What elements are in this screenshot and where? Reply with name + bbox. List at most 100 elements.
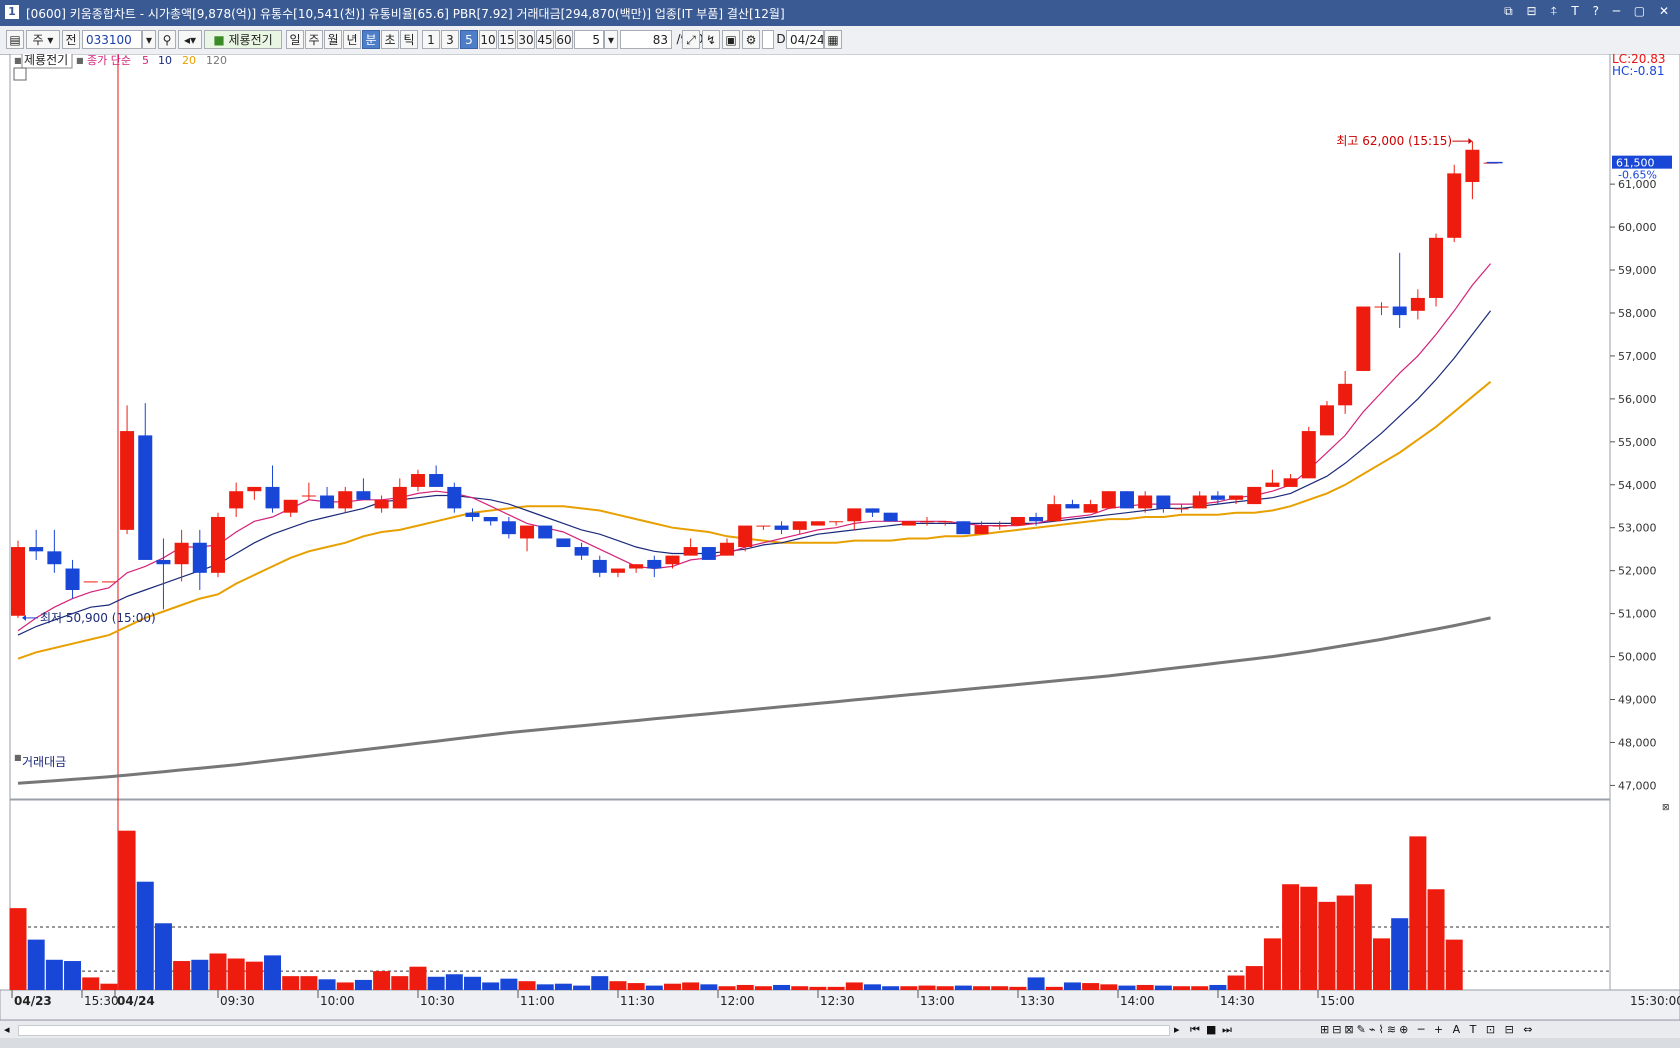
current-change-label: -0.65% bbox=[1618, 169, 1657, 182]
prev-button[interactable]: 전 bbox=[62, 30, 80, 49]
price-tick-label: 58,000 bbox=[1618, 307, 1657, 320]
x-tick-label: 14:30 bbox=[1220, 994, 1255, 1008]
candle-body bbox=[1210, 495, 1225, 500]
date-checkbox[interactable] bbox=[762, 30, 774, 49]
interval-input[interactable]: 5 bbox=[574, 30, 604, 49]
window-controls[interactable]: ⧉ ⊟ ⍏ T ? ─ ▢ ✕ bbox=[1504, 4, 1674, 19]
volume-bar bbox=[954, 985, 972, 990]
candle-body bbox=[1101, 491, 1116, 509]
interval-button-15[interactable]: 15 bbox=[498, 30, 516, 49]
stop-icon[interactable]: ■ bbox=[1206, 1023, 1216, 1036]
ma-legend-label: 종가 단순 bbox=[87, 54, 131, 67]
price-tick-label: 59,000 bbox=[1618, 264, 1657, 277]
volume-bar bbox=[609, 981, 627, 990]
candle-body bbox=[483, 516, 498, 522]
period-button-6[interactable]: 틱 bbox=[400, 30, 418, 49]
sound-icon[interactable]: ◂▾ bbox=[178, 30, 202, 49]
price-tick-label: 50,000 bbox=[1618, 651, 1657, 664]
interval-button-5[interactable]: 5 bbox=[460, 30, 478, 49]
volume-bar bbox=[682, 982, 700, 990]
stock-legend-label: 제룡전기 bbox=[24, 54, 68, 67]
stock-name-label[interactable]: ■ 제룡전기 bbox=[204, 30, 282, 49]
volume-bar bbox=[1354, 884, 1372, 990]
period-button-5[interactable]: 초 bbox=[381, 30, 399, 49]
date-input[interactable]: 04/24 bbox=[786, 30, 824, 49]
chart-menu-icon[interactable]: ▤ bbox=[6, 30, 24, 49]
legend-bullet-icon: ■ bbox=[14, 56, 22, 65]
jump-start-icon[interactable]: ⏮ bbox=[1190, 1023, 1200, 1037]
x-tick-label: 10:30 bbox=[420, 994, 455, 1008]
candle-body bbox=[338, 491, 353, 509]
save-icon[interactable]: ▣ bbox=[722, 30, 740, 49]
chart-area[interactable]: 61,00060,00059,00058,00057,00056,00055,0… bbox=[0, 54, 1680, 1020]
type-select[interactable]: 주 ▾ bbox=[26, 30, 60, 49]
candle-body bbox=[1247, 486, 1262, 505]
candle-body bbox=[792, 521, 807, 530]
volume-bar bbox=[245, 961, 263, 990]
volume-bar bbox=[1263, 938, 1281, 990]
horizontal-scrollbar[interactable]: ◂ ▸ ⏮ ■ ⏭ ⊞⊟⊠✎⌁⌇≋⊕ ─ + A T ⊡ ⊟ ⇔ bbox=[0, 1020, 1680, 1039]
interval-button-30[interactable]: 30 bbox=[517, 30, 535, 49]
price-tick-label: 51,000 bbox=[1618, 608, 1657, 621]
volume-bar bbox=[918, 985, 936, 990]
candle-body bbox=[65, 568, 80, 590]
volume-bar bbox=[27, 939, 45, 990]
candle-body bbox=[11, 547, 25, 616]
panel-close-icon: ⊠ bbox=[1662, 803, 1670, 813]
calendar-icon[interactable]: ▦ bbox=[824, 30, 842, 49]
volume-bar bbox=[1391, 918, 1409, 990]
compare-icon[interactable]: ↯ bbox=[702, 30, 720, 49]
interval-button-1[interactable]: 1 bbox=[422, 30, 440, 49]
candle-body bbox=[501, 521, 516, 535]
volume-bar bbox=[1373, 938, 1390, 990]
interval-button-10[interactable]: 10 bbox=[479, 30, 497, 49]
x-tick-label: 11:30 bbox=[620, 994, 655, 1008]
volume-bar bbox=[536, 984, 554, 990]
chart-tools-icons[interactable]: ⊞⊟⊠✎⌁⌇≋⊕ ─ + A T ⊡ ⊟ ⇔ bbox=[1320, 1023, 1536, 1036]
volume-bar bbox=[118, 830, 136, 990]
interval-button-45[interactable]: 45 bbox=[536, 30, 554, 49]
high-annotation: 최고 62,000 (15:15) bbox=[1336, 134, 1452, 148]
zoom-icon[interactable]: ⤢ bbox=[682, 30, 700, 49]
period-button-4[interactable]: 분 bbox=[362, 30, 380, 49]
candle-body bbox=[1029, 516, 1044, 522]
volume-bar bbox=[427, 976, 445, 990]
volume-bar bbox=[136, 881, 154, 990]
search-icon[interactable]: ⚲ bbox=[158, 30, 176, 49]
candle-body bbox=[1429, 237, 1444, 298]
ma-period-label: 5 bbox=[142, 54, 149, 67]
hc-label: HC:-0.81 bbox=[1612, 64, 1665, 78]
volume-bar bbox=[718, 986, 736, 990]
period-button-2[interactable]: 월 bbox=[324, 30, 342, 49]
candle-body bbox=[556, 538, 571, 548]
candle-body bbox=[1356, 306, 1371, 371]
price-tick-label: 56,000 bbox=[1618, 393, 1657, 406]
scroll-track[interactable] bbox=[18, 1025, 1170, 1036]
period-button-1[interactable]: 주 bbox=[305, 30, 323, 49]
code-dropdown-icon[interactable]: ▾ bbox=[142, 30, 156, 49]
volume-bar bbox=[1282, 884, 1300, 990]
period-button-3[interactable]: 년 bbox=[343, 30, 361, 49]
settings-icon[interactable]: ⚙ bbox=[742, 30, 760, 49]
x-tick-label: 15:00 bbox=[1320, 994, 1355, 1008]
volume-bar bbox=[773, 984, 791, 990]
interval-button-60[interactable]: 60 bbox=[555, 30, 573, 49]
volume-bar bbox=[191, 959, 209, 990]
jump-end-icon[interactable]: ⏭ bbox=[1222, 1023, 1232, 1037]
x-tick-label: 11:00 bbox=[520, 994, 555, 1008]
volume-bar bbox=[391, 976, 409, 990]
count-input[interactable]: 83 bbox=[620, 30, 672, 49]
ma-period-label: 20 bbox=[182, 54, 196, 67]
volume-bar bbox=[100, 983, 118, 990]
candle-body bbox=[701, 547, 716, 560]
scroll-left-icon[interactable]: ◂ bbox=[4, 1023, 10, 1036]
scroll-right-icon[interactable]: ▸ bbox=[1174, 1023, 1180, 1036]
x-tick-label: 04/24 bbox=[117, 994, 155, 1008]
volume-bar bbox=[1245, 966, 1263, 990]
period-button-0[interactable]: 일 bbox=[286, 30, 304, 49]
price-tick-label: 47,000 bbox=[1618, 779, 1657, 792]
volume-bar bbox=[1191, 986, 1209, 990]
stock-code-input[interactable]: 033100 bbox=[82, 30, 142, 49]
interval-button-3[interactable]: 3 bbox=[441, 30, 459, 49]
interval-dropdown-icon[interactable]: ▾ bbox=[604, 30, 618, 49]
